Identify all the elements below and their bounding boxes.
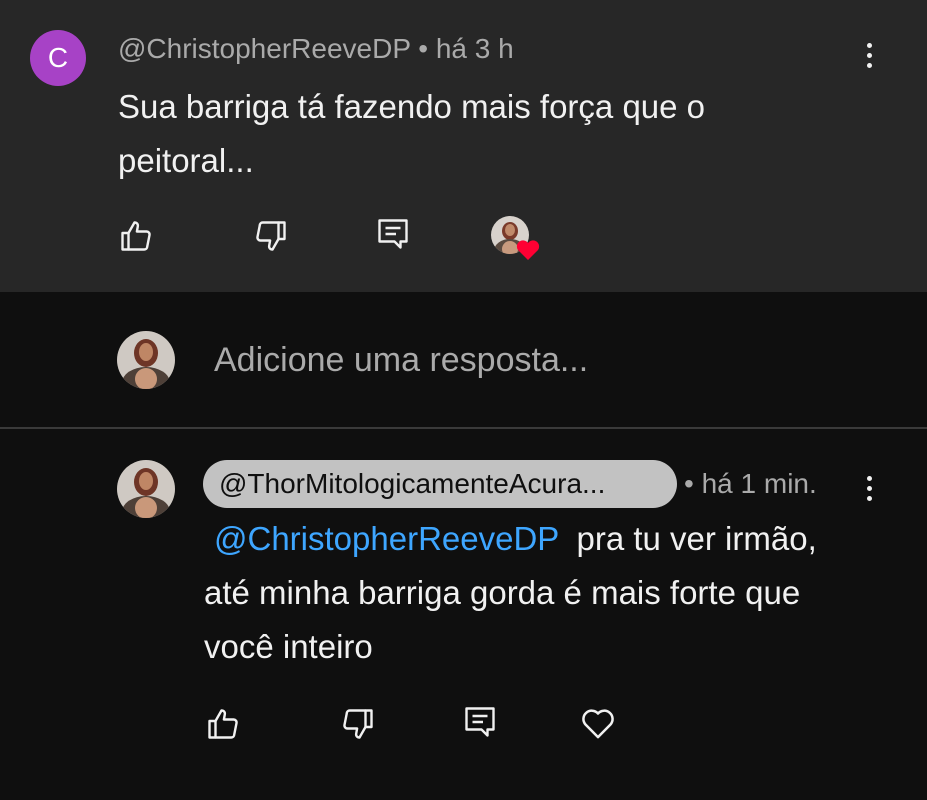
reply-more-icon[interactable] [857, 468, 881, 508]
mention-link[interactable]: @ChristopherReeveDP [214, 520, 559, 557]
heart-outline-icon[interactable] [578, 703, 618, 743]
comment-text: Sua barriga tá fazendo mais força que o … [118, 88, 706, 179]
reply-comment-icon[interactable] [462, 704, 498, 740]
creator-avatar-icon [491, 216, 540, 260]
creator-heart-avatar [490, 215, 540, 260]
reply-author-avatar[interactable] [117, 460, 175, 518]
reply-dislike-icon[interactable] [340, 706, 376, 742]
current-user-avatar [117, 331, 175, 389]
comment-author[interactable]: @ChristopherReeveDP [118, 33, 410, 64]
reply-author-chip[interactable]: @ThorMitologicamenteAcura... [203, 460, 677, 508]
reply-time: há 1 min. [701, 468, 817, 499]
dislike-icon[interactable] [253, 218, 289, 254]
reply-icon[interactable] [375, 216, 411, 252]
avatar-letter: C [47, 42, 69, 73]
commenter-avatar[interactable]: C [30, 30, 86, 86]
reply-like-icon[interactable] [205, 706, 241, 742]
parent-comment-header: @ChristopherReeveDP • há 3 h [118, 33, 514, 65]
separator-dot: • [684, 468, 694, 499]
reply-input[interactable]: Adicione uma resposta... [214, 341, 588, 380]
heart-icon [516, 240, 540, 260]
like-icon[interactable] [118, 218, 154, 254]
reply-text-block: @ChristopherReeveDP pra tu ver irmão, at… [204, 512, 844, 674]
comment-time: há 3 h [435, 33, 514, 64]
separator-dot: • [418, 33, 429, 64]
reply-meta: • há 1 min. [684, 468, 817, 500]
comment-more-icon[interactable] [857, 35, 881, 75]
